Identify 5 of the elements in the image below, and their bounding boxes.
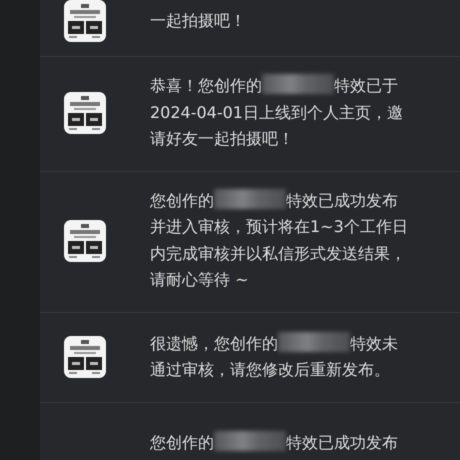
message-text: 您创作的 特效已成功发布 xyxy=(150,430,399,454)
message-text: 您创作的 特效已成功发布并进入审核，预计将在1~3个工作日内完成审核并以私信形式发送结果，请耐心等待 ~ xyxy=(150,188,409,291)
message-text: 很遗憾，您创作的 特效未通过审核，请您修改后重新发布。 xyxy=(150,330,399,381)
message-text: 一起拍摄吧！ xyxy=(150,10,247,32)
message-text: 恭喜！您创作的 特效已于2024-04-01日上线到个人主页，邀请好友一起拍摄吧！ xyxy=(150,73,404,150)
